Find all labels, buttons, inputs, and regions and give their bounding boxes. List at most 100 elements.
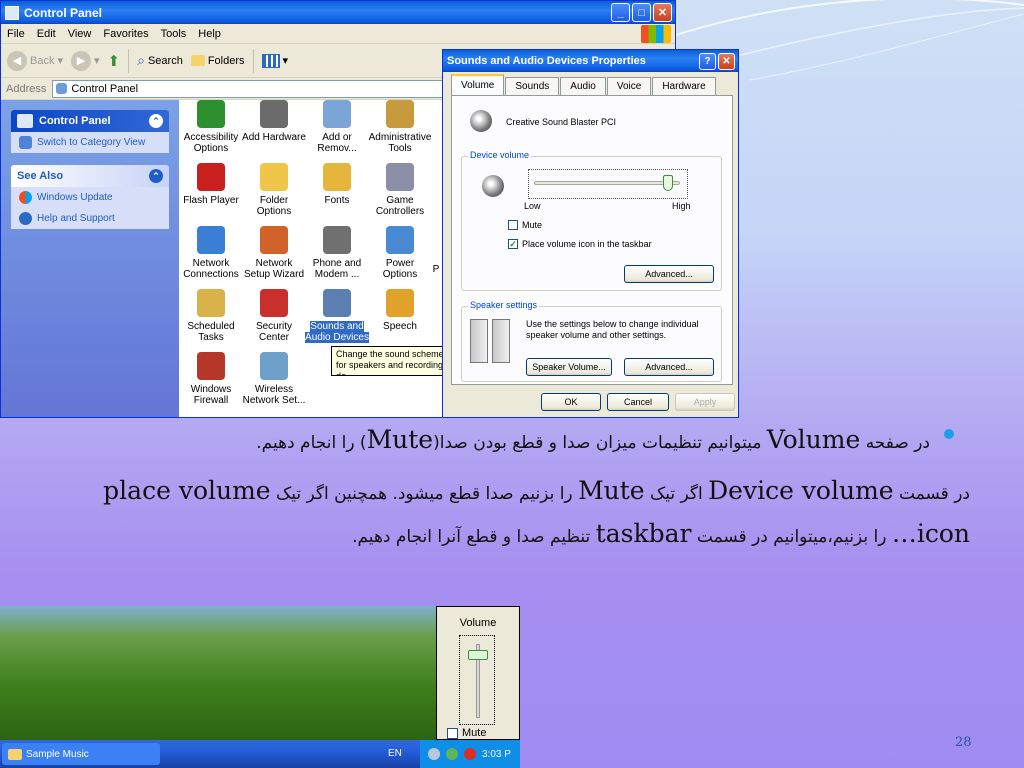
dialog-titlebar[interactable]: Sounds and Audio Devices Properties ? ✕ [443,50,738,72]
control-panel-item-label: Network Setup Wizard [243,258,305,280]
network-tray-icon[interactable] [446,748,458,760]
control-panel-item-label: Fonts [324,195,350,206]
control-panel-icon [5,5,19,20]
forward-arrow-icon: ▶ [71,50,91,71]
menu-edit[interactable]: Edit [37,28,56,40]
control-panel-item[interactable]: Game Controllers [368,163,432,217]
control-panel-item[interactable]: Security Center [242,289,306,343]
control-panel-item-label: Folder Options [256,195,292,217]
control-panel-item[interactable]: Phone and Modem ... [305,226,369,280]
mute-label: Mute [462,727,487,739]
control-panel-item-label: Security Center [255,321,293,343]
forward-button[interactable]: ▶ ▾ [71,50,100,71]
help-button[interactable]: ? [699,52,716,70]
control-panel-item[interactable]: Speech [368,289,432,332]
place-volume-icon-label: Place volume icon in the taskbar [522,239,652,249]
control-panel-item-icon [260,163,288,191]
control-panel-item[interactable]: Scheduled Tasks [179,289,243,343]
menu-file[interactable]: File [7,28,25,40]
speaker-icon [470,110,492,132]
control-panel-item[interactable]: Network Connections [179,226,243,280]
see-also-header[interactable]: See Also ⌃ [11,165,169,187]
control-panel-titlebar[interactable]: Control Panel _ □ ✕ [1,1,675,24]
control-panel-item[interactable]: Windows Firewall [179,352,243,406]
ok-button[interactable]: OK [541,393,601,411]
security-tray-icon[interactable] [464,748,476,760]
speaker-advanced-button[interactable]: Advanced... [624,358,714,376]
tab-hardware[interactable]: Hardware [652,77,716,95]
control-panel-item-label: Speech [383,321,417,332]
speaker-volume-button[interactable]: Speaker Volume... [526,358,612,376]
latin-term: Mute [366,425,434,454]
dialog-close-button[interactable]: ✕ [718,52,735,70]
close-button[interactable]: ✕ [653,3,672,22]
device-name: Creative Sound Blaster PCI [506,117,617,127]
place-volume-icon-checkbox-box[interactable]: ✓ [508,239,518,249]
paragraph-1: در صفحه Volume میتوانیم تنظیمات میزان صد… [50,420,970,463]
control-panel-item-icon [260,289,288,317]
partial-control-panel-item[interactable]: P [429,264,443,275]
control-panel-item[interactable]: Sounds and Audio Devices [305,289,369,343]
task-panel-header[interactable]: Control Panel ⌃ [11,110,169,132]
control-panel-item[interactable]: Power Options [368,226,432,280]
back-button[interactable]: ◀ Back ▾ [7,50,63,71]
help-and-support-link[interactable]: Help and Support [11,208,169,229]
toolbar-separator [128,48,130,73]
views-icon [261,53,280,68]
switch-to-category-view-link[interactable]: Switch to Category View [11,132,169,153]
menu-view[interactable]: View [68,28,92,40]
control-panel-item-icon [197,100,225,128]
control-panel-item[interactable]: Network Setup Wizard [242,226,306,280]
up-folder-button[interactable]: ⬆ [108,52,121,70]
tab-sounds[interactable]: Sounds [505,77,560,95]
folder-icon [8,748,22,760]
menu-favorites[interactable]: Favorites [103,28,148,40]
tab-volume[interactable]: Volume [451,74,505,95]
folders-button[interactable]: Folders [190,54,245,67]
mute-checkbox-box[interactable] [447,727,458,739]
folder-icon [190,55,205,66]
control-panel-item-label: Add Hardware [242,132,306,143]
volume-tray-icon[interactable] [428,748,440,760]
language-indicator[interactable]: EN [388,748,402,759]
page-number: 28 [955,735,972,750]
control-panel-item[interactable]: Wireless Network Set... [242,352,306,406]
search-button[interactable]: ⌕ Search [137,52,183,69]
control-panel-item[interactable]: Add or Remov... [305,100,369,154]
collapse-chevron-icon[interactable]: ⌃ [149,169,163,183]
control-panel-item[interactable]: Folder Options [242,163,306,217]
menu-help[interactable]: Help [198,28,221,40]
folders-label: Folders [207,54,245,67]
clock[interactable]: 3:03 P [482,749,511,760]
place-volume-icon-checkbox[interactable]: ✓ Place volume icon in the taskbar [508,239,652,249]
volume-popup-slider[interactable] [459,635,495,725]
control-panel-item[interactable]: Flash Player [179,163,243,206]
control-panel-item[interactable]: Add Hardware [242,100,306,143]
volume-popup-mute-checkbox[interactable]: Mute [447,727,486,739]
mute-checkbox-box[interactable] [508,220,518,230]
control-panel-item-icon [323,226,351,254]
slider-thumb[interactable] [663,175,673,191]
windows-update-link[interactable]: Windows Update [11,187,169,208]
device-volume-slider[interactable] [534,175,680,193]
back-arrow-icon: ◀ [7,50,27,71]
device-advanced-button[interactable]: Advanced... [624,265,714,283]
control-panel-item[interactable]: Administrative Tools [368,100,432,154]
tab-voice[interactable]: Voice [606,77,652,95]
tab-audio[interactable]: Audio [560,77,606,95]
maximize-button[interactable]: □ [632,3,651,22]
volume-popup-thumb[interactable] [468,650,488,660]
apply-button[interactable]: Apply [675,393,735,411]
mute-checkbox[interactable]: Mute [508,220,542,230]
cancel-button[interactable]: Cancel [607,393,669,411]
views-button[interactable]: ▾ [261,53,288,68]
collapse-chevron-icon[interactable]: ⌃ [149,114,163,128]
control-panel-item[interactable]: Fonts [305,163,369,206]
minimize-button[interactable]: _ [611,3,630,22]
menu-tools[interactable]: Tools [161,28,187,40]
control-panel-item[interactable]: Accessibility Options [179,100,243,154]
latin-term: taskbar [595,519,692,548]
control-panel-item-icon [197,289,225,317]
taskbar-item-sample-music[interactable]: Sample Music [2,743,160,765]
volume-popup-title: Volume [459,617,497,629]
